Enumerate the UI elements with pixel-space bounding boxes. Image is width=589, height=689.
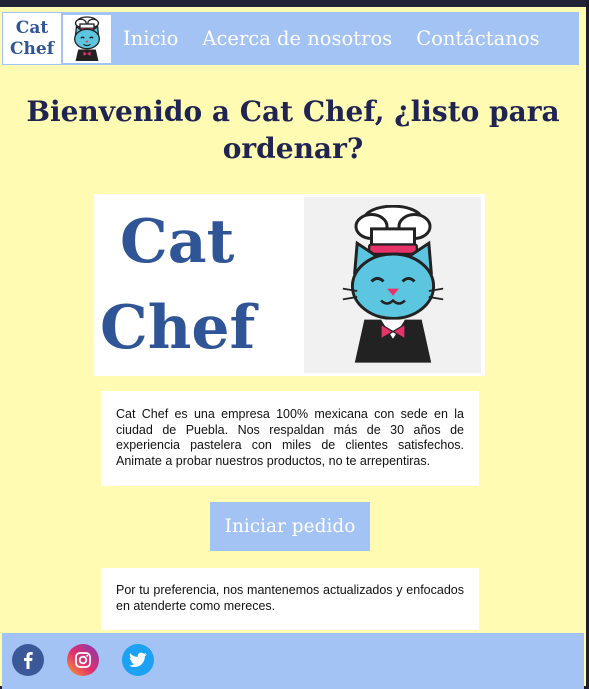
nav-link-inicio[interactable]: Inicio (123, 27, 178, 50)
page-headline: Bienvenido a Cat Chef, ¿listo para orden… (26, 95, 560, 165)
intro-card: Cat Chef es una empresa 100% mexicana co… (101, 391, 479, 486)
navbar: Cat Chef Inicio Acerca de nosotros Contá… (2, 12, 579, 65)
start-order-button[interactable]: Iniciar pedido (210, 502, 370, 551)
facebook-icon[interactable] (12, 644, 44, 676)
brand-line1: Cat (15, 17, 49, 38)
intro-text: Cat Chef es una empresa 100% mexicana co… (116, 407, 464, 468)
instagram-icon[interactable] (67, 644, 99, 676)
brand-logo-text[interactable]: Cat Chef (3, 13, 61, 64)
cat-chef-mascot-icon (304, 197, 481, 373)
nav-links: Inicio Acerca de nosotros Contáctanos (123, 27, 564, 50)
preference-card: Por tu preferencia, nos mantenemos actua… (101, 568, 479, 630)
nav-link-contacto[interactable]: Contáctanos (416, 27, 539, 50)
twitter-icon[interactable] (122, 644, 154, 676)
page-frame: Cat Chef Inicio Acerca de nosotros Contá… (0, 0, 586, 689)
footer (2, 633, 584, 689)
brand-line2: Chef (9, 38, 55, 59)
preference-text: Por tu preferencia, nos mantenemos actua… (116, 583, 464, 613)
hero-logo-text: Cat Chef (94, 194, 304, 376)
nav-link-acerca[interactable]: Acerca de nosotros (202, 27, 392, 50)
hero-logo-line2: Chef (100, 293, 256, 363)
cat-chef-logo-icon[interactable] (63, 14, 111, 63)
hero-logo-line1: Cat (120, 207, 235, 277)
hero-banner: Cat Chef (94, 194, 485, 376)
